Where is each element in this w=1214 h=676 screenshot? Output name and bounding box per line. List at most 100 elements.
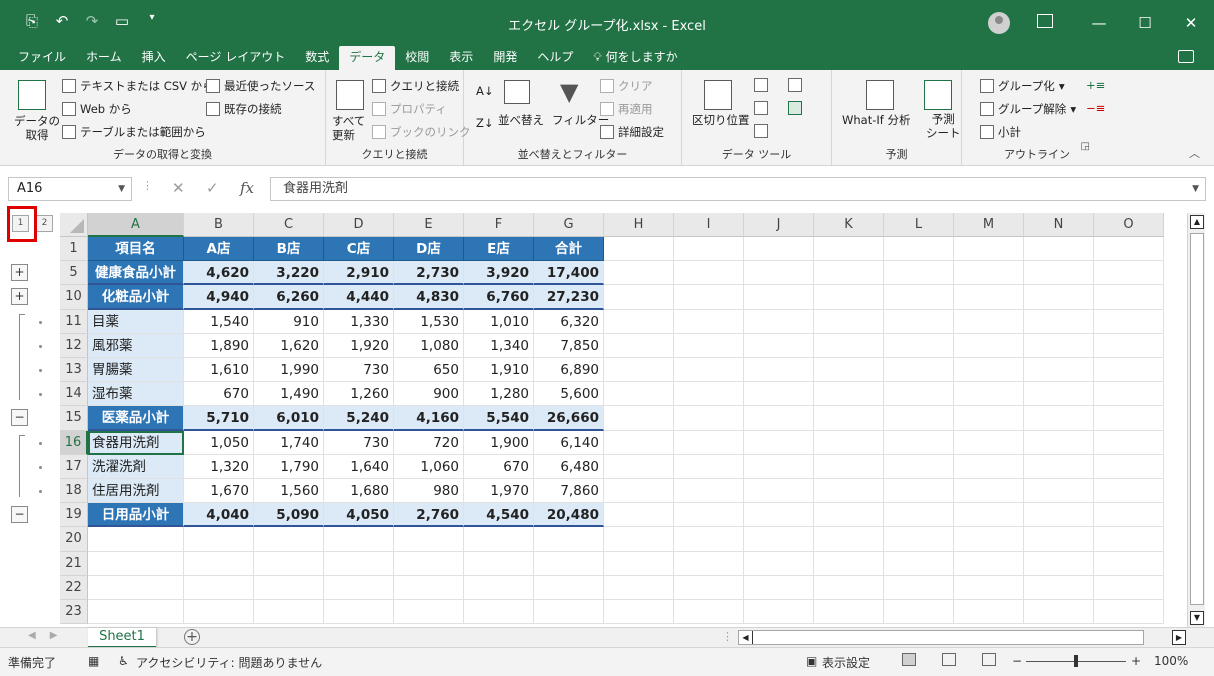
cell-k19[interactable] <box>814 503 884 528</box>
cell-b10[interactable]: 4,940 <box>184 285 254 310</box>
display-settings-button[interactable]: 表示設定 <box>822 654 870 671</box>
tab-insert[interactable]: 挿入 <box>132 46 176 70</box>
forecast-sheet-button[interactable]: 予測 シート <box>926 112 961 140</box>
cell-e19[interactable]: 2,760 <box>394 503 464 528</box>
cell-m14[interactable] <box>954 382 1024 407</box>
cell-a14[interactable]: 湿布薬 <box>88 382 184 407</box>
cell-o1[interactable] <box>1094 237 1164 262</box>
column-header-g[interactable]: G <box>534 213 604 237</box>
cell-d14[interactable]: 1,260 <box>324 382 394 407</box>
cell-f17[interactable]: 670 <box>464 454 534 479</box>
cell-o22[interactable] <box>1094 575 1164 600</box>
cell-j5[interactable] <box>744 261 814 286</box>
cell-b1[interactable]: A店 <box>184 237 254 262</box>
accessibility-icon[interactable]: ♿︎ <box>118 654 129 668</box>
cell-a17[interactable]: 洗濯洗剤 <box>88 454 184 479</box>
cell-h5[interactable] <box>604 261 674 286</box>
cell-j23[interactable] <box>744 600 814 625</box>
cell-d16[interactable]: 730 <box>324 430 394 455</box>
cell-g10[interactable]: 27,230 <box>534 285 604 310</box>
cancel-icon[interactable]: ✕ <box>172 179 185 197</box>
page-break-view-icon[interactable] <box>982 653 996 666</box>
cell-b16[interactable]: 1,050 <box>184 430 254 455</box>
cell-e12[interactable]: 1,080 <box>394 333 464 358</box>
tab-view[interactable]: 表示 <box>439 46 483 70</box>
cell-d21[interactable] <box>324 551 394 576</box>
cell-g12[interactable]: 7,850 <box>534 333 604 358</box>
cell-b17[interactable]: 1,320 <box>184 454 254 479</box>
cell-f1[interactable]: E店 <box>464 237 534 262</box>
row-header-1[interactable]: 1 <box>60 237 88 262</box>
properties-button[interactable]: プロパティ <box>372 101 447 117</box>
cell-e22[interactable] <box>394 575 464 600</box>
cell-i16[interactable] <box>674 430 744 455</box>
insert-function-icon[interactable]: fx <box>240 179 254 197</box>
cell-e15[interactable]: 4,160 <box>394 406 464 431</box>
cell-i15[interactable] <box>674 406 744 431</box>
row-header-14[interactable]: 14 <box>60 382 88 407</box>
cell-b13[interactable]: 1,610 <box>184 358 254 383</box>
from-text-csv-button[interactable]: テキストまたは CSV から <box>62 78 214 94</box>
column-header-d[interactable]: D <box>324 213 394 237</box>
flash-fill-icon[interactable] <box>754 78 768 92</box>
column-header-j[interactable]: J <box>744 213 814 237</box>
cell-c14[interactable]: 1,490 <box>254 382 324 407</box>
cell-c11[interactable]: 910 <box>254 309 324 334</box>
cell-h10[interactable] <box>604 285 674 310</box>
cell-a15[interactable]: 医薬品小計 <box>88 406 184 431</box>
cell-l14[interactable] <box>884 382 954 407</box>
column-header-m[interactable]: M <box>954 213 1024 237</box>
cell-i13[interactable] <box>674 358 744 383</box>
cell-a1[interactable]: 項目名 <box>88 237 184 262</box>
cell-k1[interactable] <box>814 237 884 262</box>
comments-icon[interactable] <box>1178 50 1194 63</box>
column-header-n[interactable]: N <box>1024 213 1094 237</box>
cell-d15[interactable]: 5,240 <box>324 406 394 431</box>
cell-j11[interactable] <box>744 309 814 334</box>
cell-o23[interactable] <box>1094 600 1164 625</box>
cell-e10[interactable]: 4,830 <box>394 285 464 310</box>
cell-e21[interactable] <box>394 551 464 576</box>
collapse-group-icon[interactable]: − <box>11 409 28 427</box>
row-header-20[interactable]: 20 <box>60 527 88 552</box>
cell-g14[interactable]: 5,600 <box>534 382 604 407</box>
cell-h14[interactable] <box>604 382 674 407</box>
row-header-12[interactable]: 12 <box>60 333 88 358</box>
cell-k10[interactable] <box>814 285 884 310</box>
accessibility-status[interactable]: アクセシビリティ: 問題ありません <box>136 654 322 671</box>
column-header-h[interactable]: H <box>604 213 674 237</box>
cell-c17[interactable]: 1,790 <box>254 454 324 479</box>
cell-c23[interactable] <box>254 600 324 625</box>
cell-e20[interactable] <box>394 527 464 552</box>
cell-n14[interactable] <box>1024 382 1094 407</box>
cell-h21[interactable] <box>604 551 674 576</box>
scroll-up-icon[interactable]: ▲ <box>1190 215 1204 229</box>
scroll-left-icon[interactable]: ◀ <box>739 631 753 644</box>
cell-h11[interactable] <box>604 309 674 334</box>
sort-ascending-icon[interactable]: A↓ <box>476 84 494 98</box>
cell-j12[interactable] <box>744 333 814 358</box>
clear-button[interactable]: クリア <box>600 78 653 94</box>
cell-g11[interactable]: 6,320 <box>534 309 604 334</box>
cell-j15[interactable] <box>744 406 814 431</box>
cell-d10[interactable]: 4,440 <box>324 285 394 310</box>
cell-m21[interactable] <box>954 551 1024 576</box>
cell-o14[interactable] <box>1094 382 1164 407</box>
data-model-icon[interactable] <box>788 101 802 115</box>
cell-f10[interactable]: 6,760 <box>464 285 534 310</box>
consolidate-icon[interactable] <box>788 78 802 92</box>
cell-f18[interactable]: 1,970 <box>464 479 534 504</box>
cell-c16[interactable]: 1,740 <box>254 430 324 455</box>
cell-n23[interactable] <box>1024 600 1094 625</box>
cell-m13[interactable] <box>954 358 1024 383</box>
cell-n19[interactable] <box>1024 503 1094 528</box>
sheet-nav-arrows-icon[interactable]: ◀▶ <box>28 630 71 641</box>
cell-h18[interactable] <box>604 479 674 504</box>
collapse-ribbon-icon[interactable]: ︿ <box>1189 145 1200 161</box>
cell-f5[interactable]: 3,920 <box>464 261 534 286</box>
cell-o21[interactable] <box>1094 551 1164 576</box>
cell-k21[interactable] <box>814 551 884 576</box>
expand-group-icon[interactable]: + <box>11 264 28 282</box>
cell-l12[interactable] <box>884 333 954 358</box>
cell-k18[interactable] <box>814 479 884 504</box>
